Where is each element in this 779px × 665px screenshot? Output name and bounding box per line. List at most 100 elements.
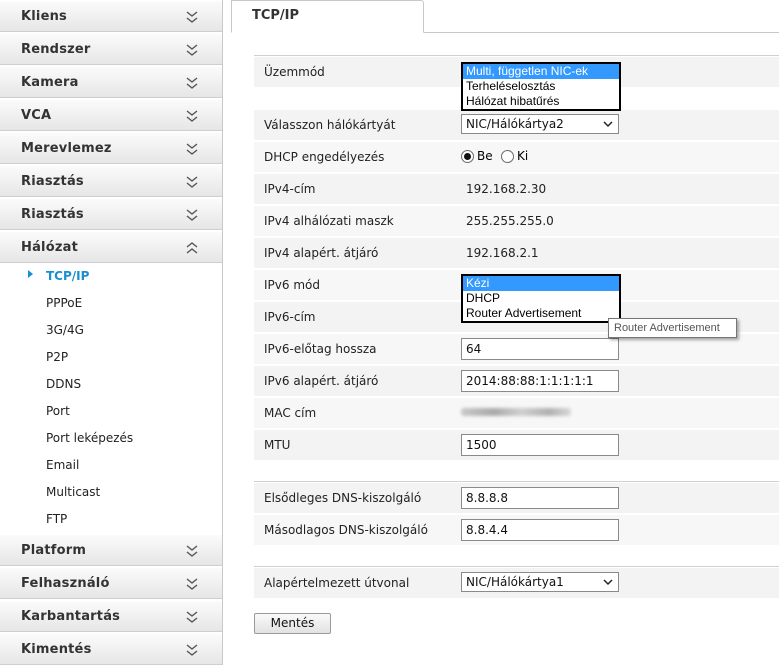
sidebar-item-email[interactable]: Email — [46, 458, 79, 472]
sidebar-item-tcpip[interactable]: TCP/IP — [46, 269, 89, 283]
sidebar-category-felhasznalo[interactable]: Felhasználó — [0, 567, 222, 599]
sidebar-category-platform[interactable]: Platform — [0, 534, 222, 566]
sidebar-item-ddns[interactable]: DDNS — [46, 377, 81, 391]
chevron-down-icon — [186, 578, 198, 590]
ipv6-addr-label: IPv6-cím — [264, 310, 316, 324]
row-ipv4-mask: IPv4 alhálózati maszk 255.255.255.0 — [254, 205, 779, 236]
category-label: Riasztás — [21, 174, 84, 189]
row-mtu: MTU — [254, 429, 779, 460]
sidebar-category-kamera[interactable]: Kamera — [0, 66, 222, 98]
sidebar-category-vca[interactable]: VCA — [0, 99, 222, 131]
chevron-down-icon — [186, 644, 198, 656]
category-label: Platform — [21, 543, 87, 558]
dns1-label: Elsődleges DNS-kiszolgáló — [264, 491, 422, 505]
category-label: VCA — [21, 108, 52, 123]
dns1-input[interactable] — [461, 487, 619, 509]
category-label: Merevlemez — [21, 141, 112, 156]
category-label: Kimentés — [21, 642, 92, 657]
ipv6-mode-listbox[interactable]: Kézi DHCP Router Advertisement — [461, 274, 621, 323]
row-route: Alapértelmezett útvonal NIC/Hálókártya1 — [254, 567, 779, 598]
ipv6-mode-label: IPv6 mód — [264, 278, 320, 292]
sidebar-category-merevlemez[interactable]: Merevlemez — [0, 132, 222, 164]
save-button[interactable]: Mentés — [254, 613, 331, 634]
row-dns2: Másodlagos DNS-kiszolgáló — [254, 514, 779, 545]
dns2-input[interactable] — [461, 519, 619, 541]
sidebar-item-multicast[interactable]: Multicast — [46, 485, 100, 499]
category-label: Rendszer — [21, 42, 91, 57]
dns2-label: Másodlagos DNS-kiszolgáló — [264, 523, 428, 537]
sidebar-category-riasztas[interactable]: Riasztás — [0, 165, 222, 197]
ipv6-mode-option[interactable]: Kézi — [463, 276, 619, 291]
route-select-value: NIC/Hálókártya1 — [466, 575, 564, 589]
mode-label: Üzemmód — [264, 65, 325, 79]
chevron-down-icon — [186, 44, 198, 56]
sidebar-item-p2p[interactable]: P2P — [46, 350, 68, 364]
chevron-down-icon — [186, 110, 198, 122]
chevron-down-icon — [186, 209, 198, 221]
ipv4-mask-label: IPv4 alhálózati maszk — [264, 214, 394, 228]
active-arrow-icon — [28, 270, 33, 278]
ipv4-gw-label: IPv4 alapért. átjáró — [264, 246, 379, 260]
row-dhcp: DHCP engedélyezés Be Ki — [254, 141, 779, 172]
route-select[interactable]: NIC/Hálókártya1 — [461, 572, 619, 592]
tab-bar: TCP/IP — [231, 0, 779, 33]
ipv4-addr-value: 192.168.2.30 — [466, 182, 547, 196]
chevron-down-icon — [603, 121, 613, 128]
chevron-down-icon — [186, 11, 198, 23]
category-label: Felhasználó — [21, 576, 110, 591]
sidebar-category-kimentes[interactable]: Kimentés — [0, 633, 222, 665]
mode-listbox[interactable]: Multi, független NIC-ek Terheléselosztás… — [461, 62, 621, 111]
ipv6-prefix-input[interactable] — [461, 338, 619, 360]
ipv6-mode-option[interactable]: DHCP — [463, 291, 619, 306]
row-ipv6-gw: IPv6 alapért. átjáró — [254, 365, 779, 396]
sidebar-category-rendszer[interactable]: Rendszer — [0, 33, 222, 65]
chevron-down-icon — [186, 143, 198, 155]
row-ipv4-gw: IPv4 alapért. átjáró 192.168.2.1 — [254, 237, 779, 268]
chevron-down-icon — [186, 77, 198, 89]
nic-select[interactable]: NIC/Hálókártya2 — [461, 114, 619, 134]
row-dns1: Elsődleges DNS-kiszolgáló — [254, 482, 779, 513]
category-label: Hálózat — [21, 240, 78, 255]
sidebar-category-riasztas-2[interactable]: Riasztás — [0, 198, 222, 230]
chevron-down-icon — [186, 611, 198, 623]
ipv6-gw-input[interactable] — [461, 370, 619, 392]
mode-option[interactable]: Terheléselosztás — [463, 79, 619, 94]
category-label: Karbantartás — [21, 609, 121, 624]
mac-value-redacted — [461, 408, 571, 416]
sidebar-item-pppoe[interactable]: PPPoE — [46, 296, 82, 310]
sidebar-item-ftp[interactable]: FTP — [46, 512, 67, 526]
mtu-input[interactable] — [461, 434, 619, 456]
mode-option[interactable]: Multi, független NIC-ek — [463, 64, 619, 79]
route-label: Alapértelmezett útvonal — [264, 576, 410, 590]
mtu-label: MTU — [264, 438, 291, 452]
dhcp-on-label: Be — [477, 149, 493, 163]
category-label: Kamera — [21, 75, 79, 90]
sidebar-item-port-mapping[interactable]: Port leképezés — [46, 431, 133, 445]
sidebar-item-3g4g[interactable]: 3G/4G — [46, 323, 84, 337]
sidebar-category-karbantartas[interactable]: Karbantartás — [0, 600, 222, 632]
sidebar-item-port[interactable]: Port — [46, 404, 70, 418]
tab-tcpip[interactable]: TCP/IP — [231, 0, 424, 33]
ipv4-addr-label: IPv4-cím — [264, 182, 316, 196]
nic-label: Válasszon hálókártyát — [264, 118, 396, 132]
ipv4-mask-value: 255.255.255.0 — [466, 214, 554, 228]
sidebar-category-halozat[interactable]: Hálózat — [0, 231, 222, 263]
chevron-down-icon — [186, 176, 198, 188]
ipv6-mode-option[interactable]: Router Advertisement — [463, 306, 619, 321]
mac-label: MAC cím — [264, 406, 317, 420]
category-label: Kliens — [21, 9, 67, 24]
nic-select-value: NIC/Hálókártya2 — [466, 117, 564, 131]
row-ipv4-addr: IPv4-cím 192.168.2.30 — [254, 173, 779, 204]
sidebar: Kliens Rendszer Kamera VCA Merevlemez Ri… — [0, 0, 223, 665]
chevron-down-icon — [603, 579, 613, 586]
dhcp-on-radio[interactable] — [461, 150, 474, 163]
ipv4-gw-value: 192.168.2.1 — [466, 246, 539, 260]
dhcp-label: DHCP engedélyezés — [264, 150, 385, 164]
chevron-down-icon — [186, 545, 198, 557]
tab-label: TCP/IP — [252, 8, 300, 23]
mode-option[interactable]: Hálózat hibatűrés — [463, 94, 619, 109]
dhcp-off-radio[interactable] — [501, 150, 514, 163]
ipv6-prefix-label: IPv6-előtag hossza — [264, 342, 377, 356]
chevron-up-icon — [186, 242, 198, 254]
sidebar-category-kliens[interactable]: Kliens — [0, 0, 222, 32]
